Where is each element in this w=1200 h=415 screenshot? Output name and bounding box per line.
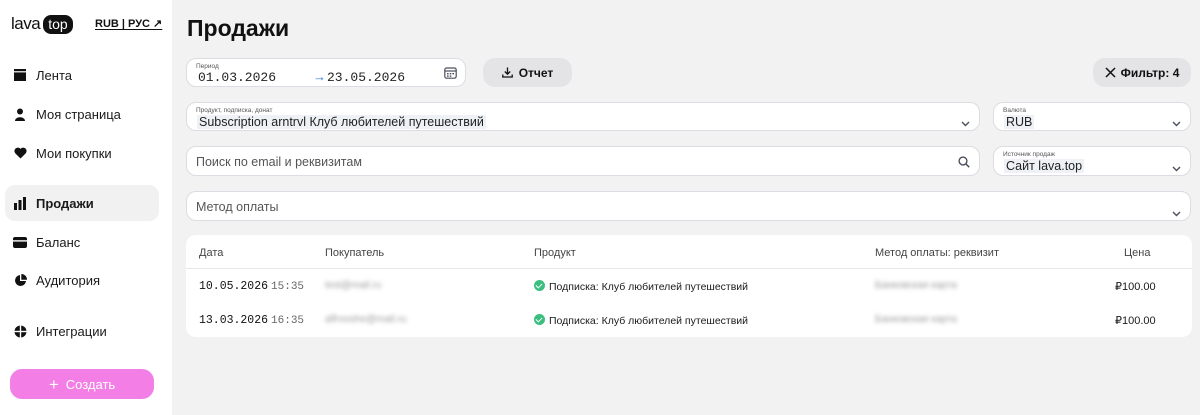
report-button-label: Отчет: [518, 65, 554, 80]
column-header-date[interactable]: Дата: [199, 247, 223, 259]
pie-chart-icon: [13, 273, 27, 287]
table-row[interactable]: 13.03.2026 16:35 alfrooshe@mail.ru Подпис…: [186, 304, 1192, 337]
period-from[interactable]: 01.03.2026: [198, 70, 276, 85]
logo-pill: top: [43, 14, 73, 34]
period-label: Период: [196, 63, 219, 70]
currency-select-value: RUB: [1004, 115, 1035, 129]
search-field[interactable]: Поиск по email и реквизитам: [186, 146, 980, 176]
bar-chart-icon: [13, 196, 27, 210]
table-row[interactable]: 10.05.2026 15:35 test@mail.ru Подписка: К…: [186, 269, 1192, 303]
row-buyer: alfrooshe@mail.ru: [325, 314, 407, 325]
user-icon: [13, 107, 27, 121]
calendar-icon[interactable]: [444, 66, 457, 84]
page-title: Продажи: [187, 15, 290, 41]
row-product: Подписка: Клуб любителей путешествий: [534, 314, 748, 327]
close-icon[interactable]: [1105, 67, 1116, 78]
row-price: ₽100.00: [1115, 315, 1156, 327]
nav-item-purchases[interactable]: Мои покупки: [5, 135, 159, 171]
column-header-product[interactable]: Продукт: [534, 247, 576, 259]
source-select[interactable]: Источник продаж Сайт lava.top: [993, 146, 1191, 176]
create-button-label: Создать: [65, 376, 116, 392]
row-datetime: 10.05.2026 15:35: [199, 280, 304, 293]
chevron-down-icon[interactable]: [961, 114, 970, 132]
chevron-down-icon[interactable]: [1172, 114, 1181, 132]
source-select-label: Источник продаж: [1003, 151, 1055, 158]
column-header-price[interactable]: Цена: [1124, 247, 1150, 259]
product-select[interactable]: Продукт, подписка, донат Subscription ar…: [186, 102, 980, 131]
download-icon: [501, 67, 513, 78]
nav-item-audience[interactable]: Аудитория: [5, 262, 159, 298]
logo-word: lava: [11, 14, 41, 33]
search-input[interactable]: Поиск по email и реквизитам: [196, 155, 362, 169]
nav-item-label: Мои покупки: [36, 145, 112, 161]
currency-select[interactable]: Валюта RUB: [993, 102, 1191, 131]
nav-item-my-page[interactable]: Моя страница: [5, 96, 159, 132]
create-button[interactable]: + Создать: [10, 369, 154, 399]
nav-item-integrations[interactable]: Интеграции: [5, 313, 159, 349]
product-select-value: Subscription arntrvl Клуб любителей путе…: [197, 115, 486, 129]
nav-item-balance[interactable]: Баланс: [5, 224, 159, 260]
nav-item-sales[interactable]: Продажи: [5, 185, 159, 221]
nav-item-label: Моя страница: [36, 106, 121, 122]
row-product-label: Подписка: Клуб любителей путешествий: [549, 281, 749, 293]
nav-item-label: Аудитория: [36, 272, 101, 288]
report-button[interactable]: Отчет: [483, 58, 572, 87]
source-select-value: Сайт lava.top: [1004, 159, 1085, 173]
sales-table: Дата Покупатель Продукт Метод оплаты: ре…: [186, 235, 1192, 337]
nav-item-feed[interactable]: Лента: [5, 57, 159, 93]
feed-icon: [13, 68, 27, 82]
check-circle-icon: [534, 280, 545, 291]
integrations-icon: [13, 324, 27, 338]
row-time: 15:35: [271, 281, 305, 293]
row-time: 16:35: [271, 315, 305, 327]
locale-switch[interactable]: RUB | РУС ↗: [95, 17, 162, 30]
row-product: Подписка: Клуб любителей путешествий: [534, 280, 748, 293]
row-datetime: 13.03.2026 16:35: [199, 314, 304, 327]
main-content: Продажи Период 01.03.2026 → 23.05.2026 О…: [172, 0, 1200, 415]
column-header-buyer[interactable]: Покупатель: [325, 247, 384, 259]
period-field[interactable]: Период 01.03.2026 → 23.05.2026: [186, 58, 466, 87]
plus-icon: +: [48, 374, 59, 394]
filter-button[interactable]: Фильтр: 4: [1093, 58, 1191, 87]
period-to[interactable]: 23.05.2026: [327, 70, 405, 85]
row-date: 13.03.2026: [199, 314, 269, 327]
nav-item-label: Интеграции: [36, 323, 107, 339]
sidebar: lava top RUB | РУС ↗ Лента Моя страница …: [0, 0, 172, 415]
payment-method-placeholder: Метод оплаты: [196, 200, 279, 214]
logo[interactable]: lava top: [11, 14, 73, 34]
chevron-down-icon[interactable]: [1172, 159, 1181, 177]
row-method: Банковская карта: [875, 314, 957, 325]
column-header-method[interactable]: Метод оплаты: реквизит: [875, 247, 999, 259]
row-product-label: Подписка: Клуб любителей путешествий: [549, 315, 749, 327]
search-icon[interactable]: [958, 155, 970, 173]
nav-item-label: Баланс: [36, 234, 81, 250]
row-date: 10.05.2026: [199, 280, 269, 293]
filter-button-label: Фильтр: 4: [1120, 65, 1180, 80]
period-arrow: →: [313, 69, 326, 84]
row-buyer: test@mail.ru: [325, 280, 382, 291]
nav-item-label: Продажи: [36, 195, 94, 211]
currency-select-label: Валюта: [1003, 107, 1026, 114]
wallet-icon: [13, 235, 27, 249]
chevron-down-icon[interactable]: [1172, 204, 1181, 222]
heart-icon: [13, 146, 27, 160]
check-circle-icon: [534, 314, 545, 325]
payment-method-select[interactable]: Метод оплаты: [186, 191, 1191, 221]
row-price: ₽100.00: [1115, 281, 1156, 293]
nav-item-label: Лента: [36, 67, 72, 83]
product-select-label: Продукт, подписка, донат: [196, 107, 273, 114]
row-method: Банковская карта: [875, 280, 957, 291]
